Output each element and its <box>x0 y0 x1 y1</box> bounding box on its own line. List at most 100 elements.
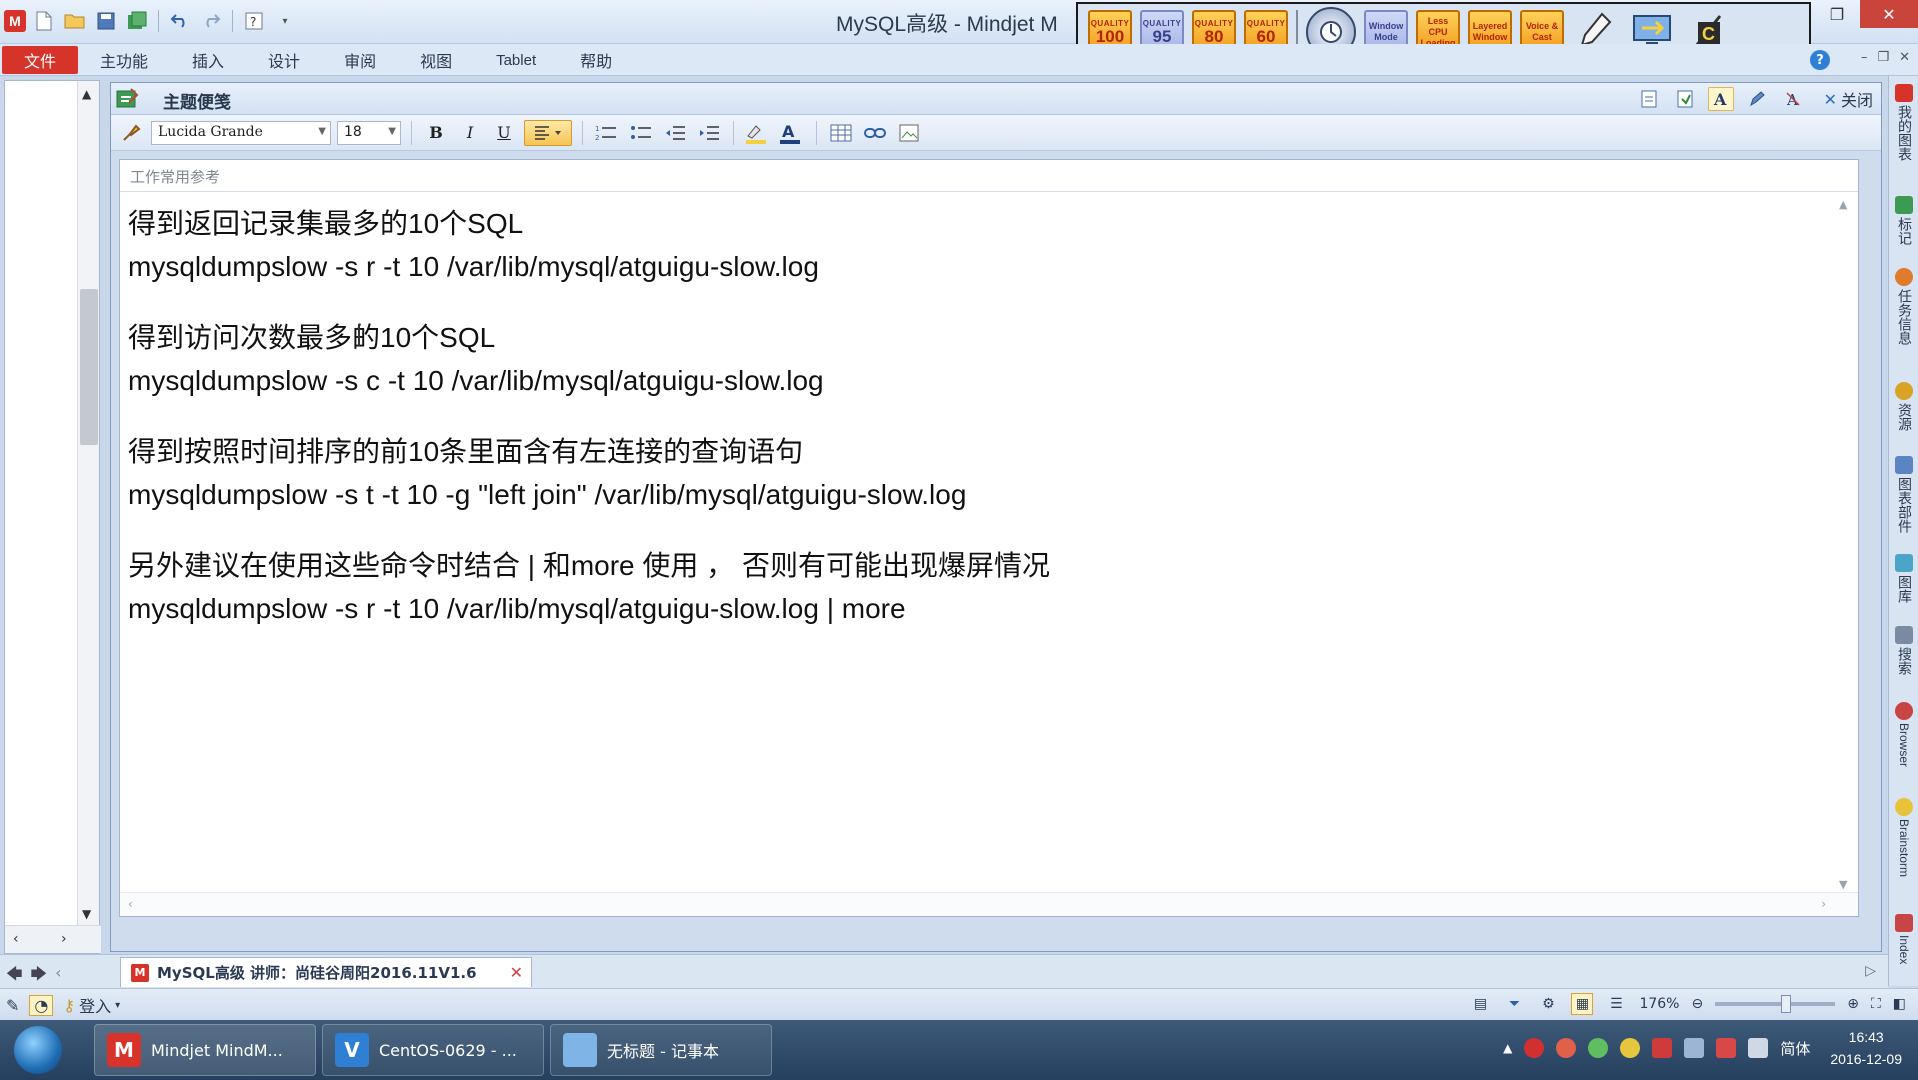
tab-tablet[interactable]: Tablet <box>474 44 558 76</box>
font-size-select[interactable]: 18 ▼ <box>337 120 401 145</box>
notes-body[interactable]: 得到返回记录集最多的10个SQL mysqldumpslow -s r -t 1… <box>128 202 1818 630</box>
customize-dropdown-icon[interactable]: ▾ <box>272 8 298 34</box>
volume-muted-tray-icon[interactable] <box>1716 1038 1737 1058</box>
sidebar-tab-brainstorm[interactable]: Brainstorm <box>1892 798 1916 877</box>
document-tab[interactable]: M MySQL高级 讲师：尚硅谷周阳2016.11V1.6 ✕ <box>120 957 532 987</box>
show-hidden-icons-icon[interactable]: ▲ <box>1503 1041 1512 1055</box>
pen-tool-icon[interactable]: ✎ <box>6 996 19 1015</box>
fit-map-icon[interactable]: ⛶ <box>1871 996 1881 1012</box>
minimize-icon[interactable]: – <box>1861 50 1868 65</box>
highlight-color-icon[interactable] <box>744 120 772 146</box>
back-arrow-icon[interactable]: 🡄 <box>6 963 23 990</box>
underline-icon[interactable]: U <box>490 120 518 146</box>
task-pane-icon[interactable]: ▤ <box>1469 993 1491 1015</box>
notes-editor[interactable]: 工作常用参考 得到返回记录集最多的10个SQL mysqldumpslow -s… <box>119 159 1859 917</box>
hyperlink-icon[interactable] <box>861 120 889 146</box>
update-tray-icon[interactable] <box>1620 1038 1641 1058</box>
tab-help[interactable]: 帮助 <box>558 44 634 76</box>
increase-indent-icon[interactable] <box>695 120 723 146</box>
close-icon[interactable]: ✕ <box>1899 50 1910 65</box>
filter-icon[interactable]: ⏷ <box>1503 993 1525 1015</box>
close-tab-icon[interactable]: ✕ <box>510 963 523 982</box>
bullet-list-icon[interactable] <box>627 120 655 146</box>
editor-horizontal-scrollbar[interactable]: ‹ › <box>120 892 1858 916</box>
zoom-slider-thumb[interactable] <box>1781 995 1792 1013</box>
editor-vertical-scrollbar[interactable]: ▲ ▼ <box>1832 192 1858 894</box>
font-color-icon[interactable]: A <box>778 120 806 146</box>
help-icon[interactable]: ? <box>1810 50 1830 70</box>
horizontal-scrollbar[interactable]: ‹ › <box>5 925 101 953</box>
scroll-right-icon[interactable]: › <box>61 931 67 947</box>
zoom-in-icon[interactable]: ⊕ <box>1847 996 1859 1012</box>
map-view-icon[interactable]: ▦ <box>1571 993 1594 1015</box>
scroll-up-icon[interactable]: ▲ <box>82 87 91 101</box>
help-question-icon[interactable]: ? <box>241 8 267 34</box>
zoom-out-icon[interactable]: ⊖ <box>1691 996 1703 1012</box>
scroll-up-icon[interactable]: ▲ <box>1839 198 1847 211</box>
restore-icon[interactable]: ❐ <box>1877 50 1889 65</box>
restore-icon[interactable]: ❐ <box>1814 0 1860 28</box>
forward-arrow-icon[interactable]: 🡆 <box>31 963 48 990</box>
flag-tray-icon[interactable] <box>1652 1038 1673 1058</box>
save-all-icon[interactable] <box>124 8 150 34</box>
scroll-tabs-right-icon[interactable]: ▷ <box>1865 963 1876 979</box>
sidebar-tab-markers[interactable]: 标记 <box>1892 196 1916 245</box>
taskbar-item-notepad[interactable]: 无标题 - 记事本 <box>550 1024 772 1076</box>
security-tray-icon[interactable] <box>1556 1038 1577 1058</box>
scrollbar-thumb[interactable] <box>80 289 98 445</box>
network-tray-icon[interactable] <box>1684 1038 1705 1058</box>
open-folder-icon[interactable] <box>62 8 88 34</box>
power-tray-icon[interactable] <box>1748 1038 1769 1058</box>
tab-home[interactable]: 主功能 <box>78 44 170 76</box>
panel-layout-icon[interactable]: ◧ <box>1893 996 1906 1012</box>
edit-pen-icon[interactable] <box>1744 87 1770 111</box>
input-language[interactable]: 简体 <box>1780 1038 1810 1059</box>
sidebar-tab-library[interactable]: 图库 <box>1892 554 1916 603</box>
taskbar-item-mindjet[interactable]: M Mindjet MindM... <box>94 1024 316 1076</box>
sidebar-tab-map-parts[interactable]: 图表部件 <box>1892 456 1916 533</box>
redo-icon[interactable] <box>198 8 224 34</box>
scroll-right-icon[interactable]: › <box>1821 897 1826 911</box>
undo-icon[interactable] <box>167 8 193 34</box>
sidebar-tab-browser[interactable]: Browser <box>1892 702 1916 767</box>
network-share-tray-icon[interactable] <box>1588 1038 1609 1058</box>
vertical-scrollbar[interactable]: ▲ ▼ <box>77 81 99 925</box>
close-window-icon[interactable]: ✕ <box>1860 0 1918 28</box>
text-format-icon[interactable]: A <box>1707 87 1734 111</box>
start-button-icon[interactable] <box>14 1026 62 1074</box>
tab-file[interactable]: 文件 <box>2 46 79 74</box>
numbered-list-icon[interactable]: 12 <box>593 120 621 146</box>
map-layout-icon[interactable]: ⚙ <box>1537 993 1559 1015</box>
sidebar-tab-index[interactable]: Index <box>1892 914 1916 964</box>
record-tray-icon[interactable] <box>1524 1038 1545 1058</box>
sidebar-tab-my-maps[interactable]: 我的图表 <box>1892 84 1916 161</box>
tab-review[interactable]: 审阅 <box>322 44 398 76</box>
bold-icon[interactable]: B <box>422 120 450 146</box>
new-file-icon[interactable] <box>31 8 57 34</box>
scroll-left-icon[interactable]: ‹ <box>128 897 133 911</box>
insert-image-icon[interactable] <box>895 120 923 146</box>
decrease-indent-icon[interactable] <box>661 120 689 146</box>
table-icon[interactable] <box>827 120 855 146</box>
close-notes-button[interactable]: ✕ 关闭 <box>1824 87 1873 111</box>
save-icon[interactable] <box>93 8 119 34</box>
sidebar-tab-resources[interactable]: 资源 <box>1892 382 1916 431</box>
format-painter-icon[interactable] <box>117 120 145 146</box>
sidebar-tab-search[interactable]: 搜索 <box>1892 626 1916 675</box>
app-logo-icon[interactable]: M <box>4 10 26 32</box>
tab-view[interactable]: 视图 <box>398 44 474 76</box>
scroll-down-icon[interactable]: ▼ <box>82 907 91 921</box>
italic-icon[interactable]: I <box>456 120 484 146</box>
system-clock[interactable]: 16:43 2016-12-09 <box>1830 1026 1902 1070</box>
login-button[interactable]: ⚷ 登入 ▾ <box>63 993 120 1017</box>
tab-insert[interactable]: 插入 <box>170 44 246 76</box>
import-notes-icon[interactable] <box>1636 87 1662 111</box>
align-left-icon[interactable] <box>524 119 572 146</box>
export-notes-icon[interactable] <box>1672 87 1698 111</box>
clear-format-icon[interactable]: A <box>1780 87 1806 111</box>
scroll-left-icon[interactable]: ‹ <box>13 931 19 947</box>
tab-design[interactable]: 设计 <box>246 44 322 76</box>
tab-list-icon[interactable]: ‹ <box>55 963 61 990</box>
taskbar-item-vm[interactable]: V CentOS-0629 - ... <box>322 1024 544 1076</box>
sidebar-tab-task-info[interactable]: 任务信息 <box>1892 268 1916 345</box>
